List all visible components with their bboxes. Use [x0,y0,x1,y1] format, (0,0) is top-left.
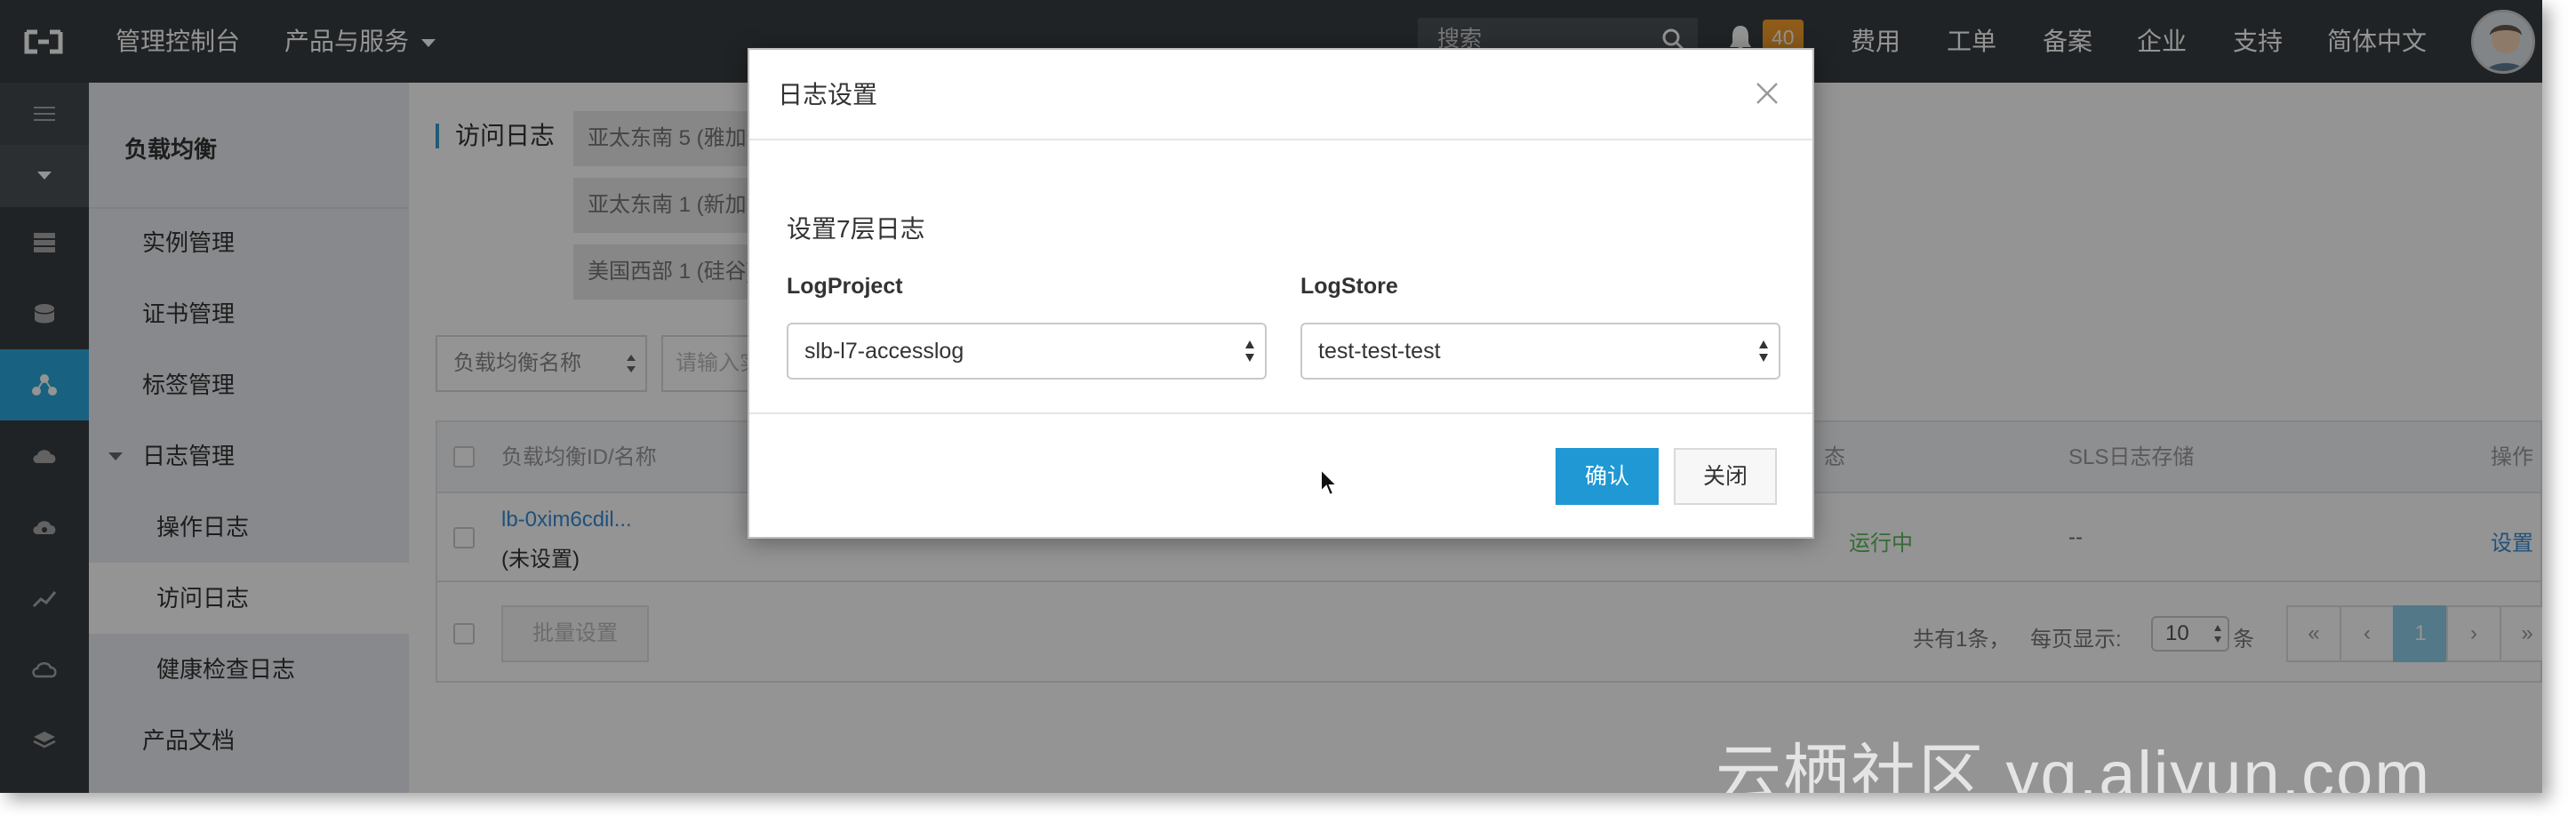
dialog-title: 日志设置 [778,81,878,108]
logproject-select[interactable]: slb-l7-accesslog [787,323,1267,380]
close-button[interactable]: 关闭 [1674,448,1777,505]
logstore-label: LogStore [1300,274,1398,299]
dialog-subtitle: 设置7层日志 [787,215,925,243]
logstore-select[interactable]: test-test-test [1300,323,1780,380]
close-icon[interactable] [1747,73,1788,114]
dialog-header: 日志设置 [749,50,1812,140]
select-arrows-icon [1245,340,1254,362]
logstore-value: test-test-test [1318,339,1441,364]
logproject-value: slb-l7-accesslog [804,339,964,364]
dialog-divider [749,412,1812,414]
app-window: 管理控制台 产品与服务 40 费用 工单 备案 企业 支持 简体中文 [0,0,2542,793]
log-settings-dialog: 日志设置 设置7层日志 LogProject LogStore slb-l7-a… [748,48,1814,539]
logproject-label: LogProject [787,274,903,299]
mouse-cursor-icon [1320,468,1339,497]
watermark-text: 云栖社区 yq.aliyun.com [1716,738,2431,793]
select-arrows-icon [1759,340,1768,362]
confirm-button[interactable]: 确认 [1556,448,1659,505]
